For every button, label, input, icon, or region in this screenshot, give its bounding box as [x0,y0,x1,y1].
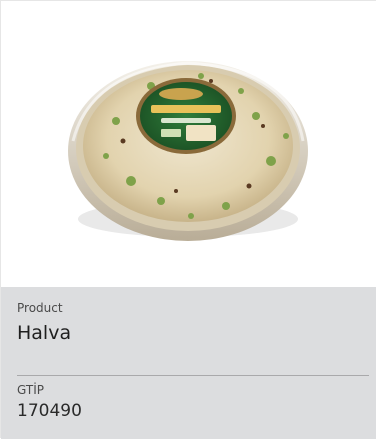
product-card[interactable]: Product Halva GTİP 170490 [0,0,376,439]
product-label: Product [17,301,63,315]
product-name: Halva [17,322,72,344]
halva-package-illustration [68,61,308,241]
divider [17,375,369,376]
product-info-panel: Product Halva GTİP 170490 [1,287,376,439]
product-image [1,1,376,287]
gtip-code: 170490 [17,401,82,421]
gtip-label: GTİP [17,383,44,397]
